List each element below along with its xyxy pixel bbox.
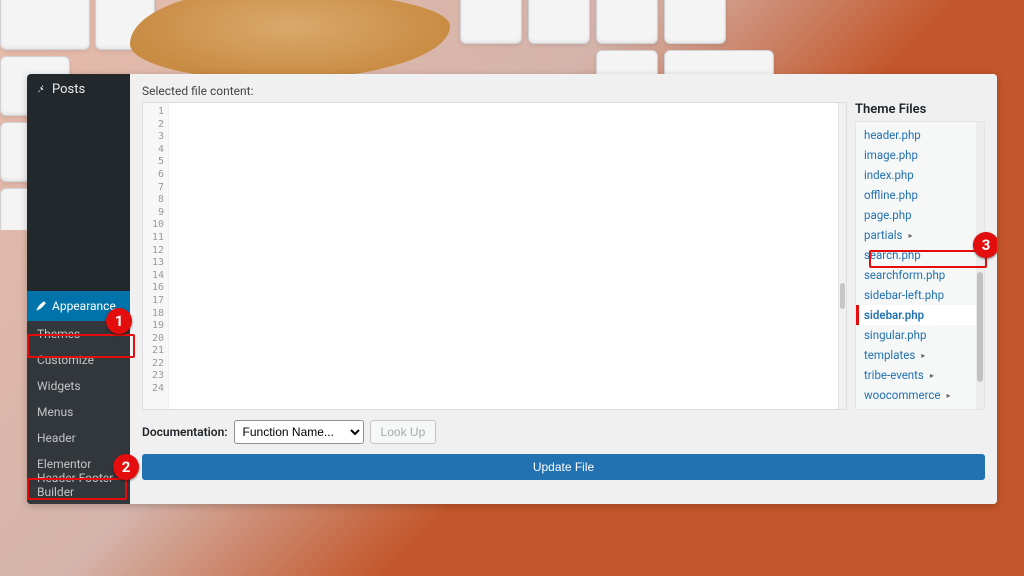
code-editor[interactable]: 1234567891011121314161718192021222324	[142, 102, 847, 410]
documentation-row: Documentation: Function Name... Look Up	[142, 420, 985, 444]
theme-file-list: header.phpimage.phpindex.phpoffline.phpp…	[856, 122, 976, 409]
sidebar-spacer	[27, 105, 130, 291]
theme-file-item[interactable]: header.php	[856, 125, 976, 145]
editor-scrollbar-thumb[interactable]	[840, 283, 845, 309]
theme-files-panel: Theme Files header.phpimage.phpindex.php…	[855, 102, 985, 410]
function-name-select[interactable]: Function Name...	[234, 420, 364, 444]
theme-file-item[interactable]: woocommerce▸	[856, 385, 976, 405]
sidebar-item-posts[interactable]: Posts	[27, 74, 130, 105]
posts-label: Posts	[52, 82, 85, 97]
submenu-header[interactable]: Header	[27, 425, 130, 451]
editor-scrollbar[interactable]	[838, 103, 846, 409]
theme-file-item[interactable]: search.php	[856, 245, 976, 265]
appearance-label: Appearance	[52, 299, 116, 313]
theme-file-item[interactable]: tribe-events▸	[856, 365, 976, 385]
annotation-badge-1: 1	[106, 308, 132, 334]
theme-files-heading: Theme Files	[855, 102, 985, 117]
submenu-widgets[interactable]: Widgets	[27, 373, 130, 399]
theme-file-item[interactable]: index.php	[856, 165, 976, 185]
editor-content-area: Selected file content: 12345678910111213…	[130, 74, 997, 504]
line-number-gutter: 1234567891011121314161718192021222324	[143, 103, 169, 409]
pushpin-icon	[35, 84, 47, 96]
theme-file-item[interactable]: sidebar-left.php	[856, 285, 976, 305]
theme-file-item[interactable]: templates▸	[856, 345, 976, 365]
theme-file-list-wrap: header.phpimage.phpindex.phpoffline.phpp…	[855, 121, 985, 410]
lookup-button[interactable]: Look Up	[370, 420, 437, 444]
chevron-right-icon: ▸	[930, 371, 934, 380]
theme-file-item[interactable]: image.php	[856, 145, 976, 165]
wordpress-admin-window: Posts Appearance Themes Customize Widget…	[27, 74, 997, 504]
file-list-scrollbar-thumb[interactable]	[977, 272, 983, 382]
theme-file-item[interactable]: offline.php	[856, 185, 976, 205]
update-file-button[interactable]: Update File	[142, 454, 985, 480]
theme-file-item[interactable]: sidebar.php	[856, 305, 976, 325]
file-list-scrollbar[interactable]	[976, 122, 984, 409]
documentation-label: Documentation:	[142, 425, 228, 439]
brush-icon	[35, 300, 47, 312]
theme-file-item[interactable]: page.php	[856, 205, 976, 225]
theme-file-item[interactable]: singular.php	[856, 325, 976, 345]
annotation-badge-2: 2	[113, 454, 139, 480]
theme-file-item[interactable]: partials▸	[856, 225, 976, 245]
chevron-right-icon: ▸	[921, 351, 925, 360]
appearance-submenu: Themes Customize Widgets Menus Header El…	[27, 321, 130, 504]
code-textarea[interactable]	[169, 103, 838, 409]
submenu-menus[interactable]: Menus	[27, 399, 130, 425]
annotation-badge-3: 3	[973, 232, 997, 258]
selected-file-label: Selected file content:	[142, 84, 985, 98]
chevron-right-icon: ▸	[908, 231, 912, 240]
submenu-customize[interactable]: Customize	[27, 347, 130, 373]
theme-file-item[interactable]: searchform.php	[856, 265, 976, 285]
editor-row: 1234567891011121314161718192021222324 Th…	[142, 102, 985, 410]
chevron-right-icon: ▸	[947, 391, 951, 400]
theme-file-item[interactable]: sass▸	[856, 405, 976, 410]
admin-sidebar: Posts Appearance Themes Customize Widget…	[27, 74, 130, 504]
